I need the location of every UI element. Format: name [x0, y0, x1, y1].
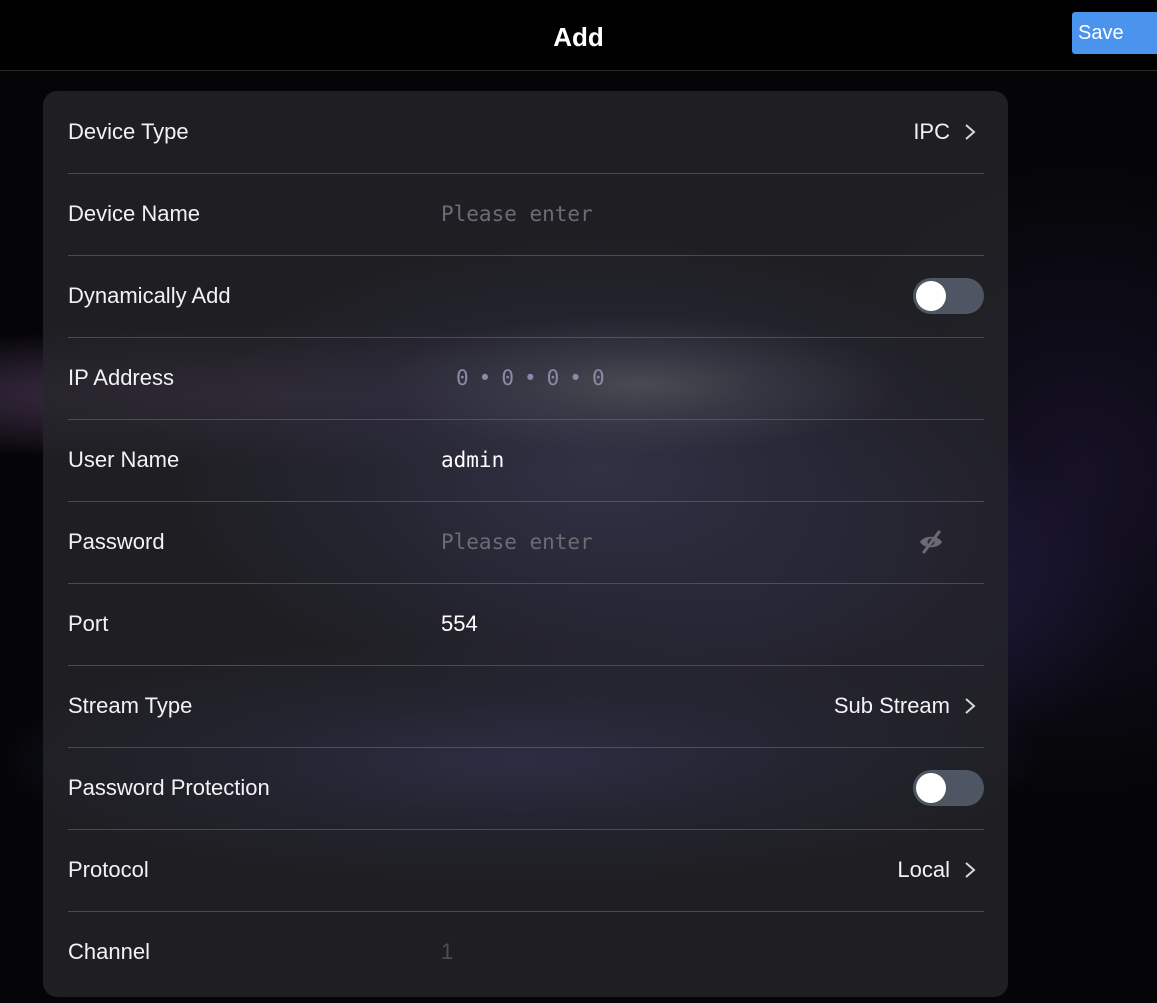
- toggle-knob: [916, 281, 946, 311]
- channel-label: Channel: [68, 939, 150, 964]
- ip-separator-icon: •: [478, 366, 492, 390]
- user-name-input[interactable]: admin: [441, 419, 504, 501]
- ip-octet-3: 0: [546, 366, 560, 390]
- ip-separator-icon: •: [523, 366, 537, 390]
- dynamically-add-label: Dynamically Add: [68, 283, 231, 308]
- channel-row: Channel 1: [68, 911, 984, 993]
- ip-octet-4: 0: [591, 366, 605, 390]
- user-name-row: User Name admin: [68, 419, 984, 502]
- device-type-row[interactable]: Device Type IPC: [68, 91, 984, 174]
- protocol-value: Local: [897, 857, 950, 882]
- user-name-label: User Name: [68, 447, 180, 472]
- ip-address-input[interactable]: 0 • 0 • 0 • 0: [456, 337, 605, 419]
- stream-type-label: Stream Type: [68, 693, 193, 718]
- stream-type-value: Sub Stream: [833, 693, 950, 718]
- ip-octet-2: 0: [501, 366, 514, 390]
- stream-type-row[interactable]: Stream Type Sub Stream: [68, 665, 984, 748]
- dynamically-add-row: Dynamically Add: [68, 255, 984, 338]
- port-label: Port: [68, 611, 109, 636]
- add-device-form: Device Type IPC Device Name Please enter…: [43, 91, 1008, 997]
- protocol-row[interactable]: Protocol Local: [68, 829, 984, 912]
- password-row: Password Please enter: [68, 501, 984, 584]
- device-name-row: Device Name Please enter: [68, 173, 984, 256]
- password-protection-toggle[interactable]: [913, 770, 984, 806]
- ip-octet-1: 0: [456, 366, 469, 390]
- password-input[interactable]: Please enter: [441, 501, 593, 583]
- device-type-value: IPC: [913, 119, 950, 144]
- port-row: Port 554: [68, 583, 984, 666]
- chevron-right-icon: [965, 862, 976, 878]
- ip-address-row: IP Address 0 • 0 • 0 • 0: [68, 337, 984, 420]
- dynamically-add-toggle[interactable]: [913, 278, 984, 314]
- eye-slash-icon[interactable]: [918, 530, 944, 554]
- password-protection-label: Password Protection: [68, 775, 270, 800]
- device-name-input[interactable]: Please enter: [441, 173, 593, 255]
- password-protection-row: Password Protection: [68, 747, 984, 830]
- chevron-right-icon: [965, 698, 976, 714]
- chevron-right-icon: [965, 124, 976, 140]
- toggle-knob: [916, 773, 946, 803]
- channel-value: 1: [441, 939, 454, 964]
- page-title: Add: [553, 22, 604, 52]
- ip-separator-icon: •: [569, 366, 582, 390]
- device-type-label: Device Type: [68, 119, 189, 144]
- ip-address-label: IP Address: [68, 365, 174, 390]
- password-label: Password: [68, 529, 165, 554]
- device-name-label: Device Name: [68, 201, 201, 226]
- save-button[interactable]: Save: [1072, 12, 1157, 54]
- protocol-label: Protocol: [68, 857, 149, 882]
- port-input[interactable]: 554: [441, 583, 478, 665]
- header-bar: Add Save: [0, 0, 1157, 71]
